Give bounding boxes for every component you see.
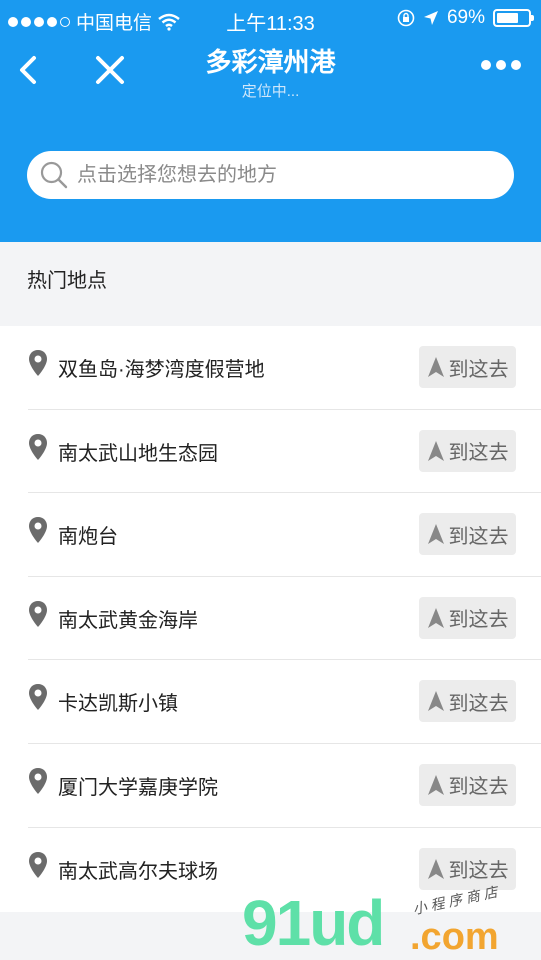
navigation-arrow-icon — [427, 858, 444, 879]
search-input[interactable] — [77, 163, 477, 187]
location-pin-icon — [29, 851, 47, 878]
place-name: 南太武高尔夫球场 — [58, 860, 218, 883]
watermark-domain: .com — [410, 916, 499, 958]
location-pin-icon — [29, 600, 47, 627]
navigate-button-label: 到这去 — [448, 609, 509, 632]
location-pin-icon — [29, 517, 47, 544]
navigate-button-label: 到这去 — [448, 358, 509, 381]
page-title: 多彩漳州港 — [205, 47, 336, 77]
navigation-arrow-icon — [427, 524, 444, 545]
location-pin-icon — [29, 684, 47, 711]
navigation-arrow-icon — [427, 607, 444, 628]
navigate-button[interactable]: 到这去 — [419, 346, 516, 388]
location-pin-icon — [29, 350, 47, 376]
search-icon — [40, 161, 68, 189]
place-name: 厦门大学嘉庚学院 — [58, 776, 218, 799]
navigate-button[interactable]: 到这去 — [419, 429, 516, 472]
navigate-button-label: 到这去 — [448, 860, 509, 883]
place-name: 双鱼岛·海梦湾度假营地 — [58, 359, 265, 381]
place-list: 双鱼岛·海梦湾度假营地 到这去 南太武山地生态园 到这去 南炮台 到这去 南太武… — [0, 326, 541, 911]
nav-bar: 多彩漳州港 定位中... — [0, 36, 541, 106]
battery-icon — [493, 9, 534, 27]
navigate-button[interactable]: 到这去 — [419, 680, 516, 723]
hot-places-header: 热门地点 — [0, 242, 541, 326]
location-arrow-icon — [423, 11, 438, 25]
navigate-button-label: 到这去 — [448, 525, 509, 548]
orientation-lock-icon — [397, 9, 415, 27]
search-bar[interactable] — [27, 151, 514, 199]
navigation-arrow-icon — [427, 357, 444, 377]
location-status: 定位中... — [241, 83, 300, 100]
list-item[interactable]: 双鱼岛·海梦湾度假营地 到这去 — [28, 326, 541, 410]
battery-percent: 69% — [446, 7, 485, 28]
list-item[interactable]: 南炮台 到这去 — [28, 493, 541, 577]
list-item[interactable]: 厦门大学嘉庚学院 到这去 — [28, 744, 541, 828]
navigate-button-label: 到这去 — [448, 692, 509, 715]
place-name: 南太武山地生态园 — [58, 442, 218, 465]
more-menu-icon[interactable] — [481, 60, 521, 70]
navigation-arrow-icon — [427, 691, 444, 712]
navigation-arrow-icon — [427, 774, 444, 795]
location-pin-icon — [29, 433, 47, 460]
status-right: 69% — [397, 7, 534, 29]
status-bar: 中国电信 上午11:33 69% — [0, 0, 541, 36]
navigation-arrow-icon — [427, 440, 444, 461]
battery-level — [497, 13, 518, 23]
navigate-button-label: 到这去 — [448, 776, 509, 799]
place-name: 南炮台 — [58, 526, 118, 549]
watermark: 91ud 小程序商店 .com — [242, 883, 541, 960]
watermark-tagline: 小程序商店 — [411, 882, 503, 918]
list-item[interactable]: 南太武山地生态园 到这去 — [28, 410, 541, 494]
watermark-logo: 91ud — [242, 887, 385, 959]
list-item[interactable]: 南太武黄金海岸 到这去 — [28, 577, 541, 661]
navigate-button[interactable]: 到这去 — [419, 847, 516, 890]
place-name: 卡达凯斯小镇 — [58, 693, 178, 716]
list-item[interactable]: 卡达凯斯小镇 到这去 — [28, 660, 541, 744]
navigate-button-label: 到这去 — [448, 442, 509, 465]
navigate-button[interactable]: 到这去 — [419, 596, 516, 639]
location-pin-icon — [29, 767, 47, 794]
navigate-button[interactable]: 到这去 — [419, 513, 516, 556]
header: 中国电信 上午11:33 69% 多彩漳州港 定位中... 点击选择您想去的地方 — [0, 0, 541, 242]
place-name: 南太武黄金海岸 — [58, 609, 198, 632]
navigate-button[interactable]: 到这去 — [419, 763, 516, 806]
section-title: 热门地点 — [27, 270, 107, 292]
